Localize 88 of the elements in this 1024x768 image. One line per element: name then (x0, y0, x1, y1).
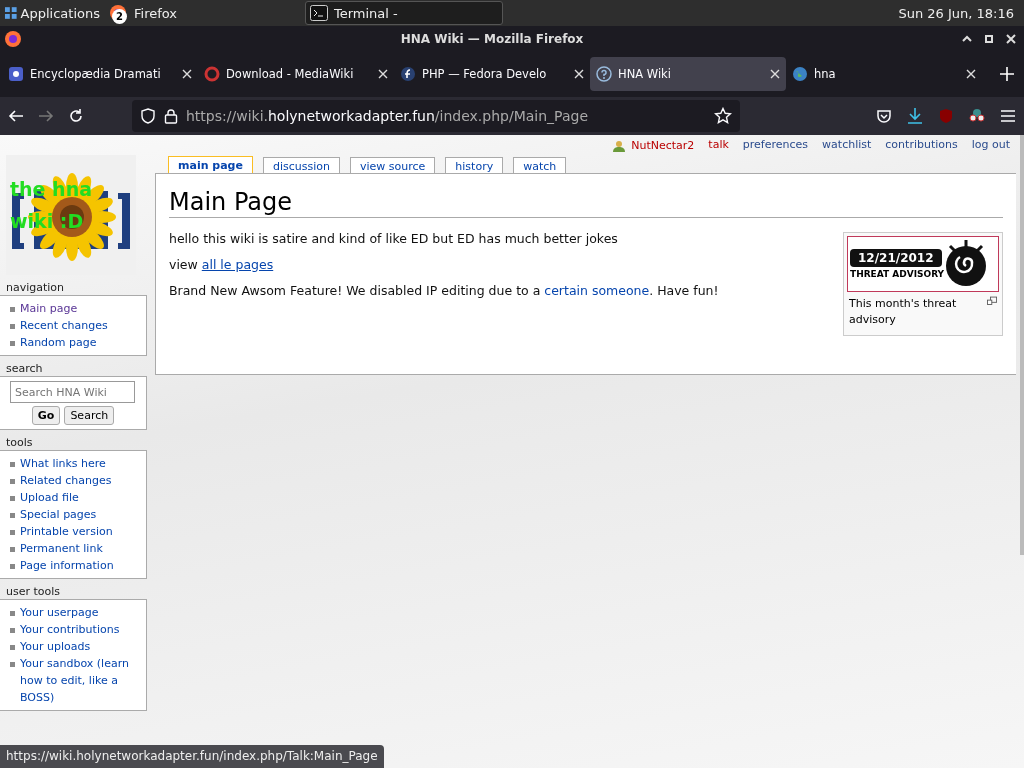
sidebar-link[interactable]: Related changes (20, 472, 112, 489)
glasses-icon[interactable] (968, 108, 986, 124)
menu-icon[interactable] (1000, 109, 1016, 123)
sidebar-link[interactable]: Permanent link (20, 540, 103, 557)
url-text: https://wiki.holynetworkadapter.fun/index.php/Main_Page (186, 108, 589, 124)
terminal-icon (310, 5, 328, 21)
page-heading: Main Page (169, 188, 1003, 218)
portlet-heading: user tools (5, 585, 62, 599)
go-button[interactable]: Go (31, 406, 61, 425)
taskbar-button[interactable]: Terminal - (305, 1, 503, 25)
browser-tab[interactable]: Download - MediaWiki (198, 57, 394, 91)
user-icon (613, 139, 626, 152)
search-field[interactable]: Search HNA Wiki (10, 381, 135, 403)
reload-icon[interactable] (68, 108, 84, 124)
browser-tab[interactable]: HNA Wiki (590, 57, 786, 91)
f-logo-icon (400, 66, 416, 82)
logo-icon (8, 66, 24, 82)
glyph-icon (944, 240, 989, 288)
lock-icon[interactable] (164, 108, 178, 124)
close-icon[interactable] (574, 69, 584, 79)
image-title: THREAT ADVISORY (850, 269, 945, 279)
sidebar-link[interactable]: Printable version (20, 523, 113, 540)
personal-link[interactable]: log out (971, 138, 1010, 153)
tab-title: PHP — Fedora Develo (422, 67, 548, 81)
status-url: https://wiki.holynetworkadapter.fun/index.php/Talk:Main_Page (0, 745, 384, 768)
window-title: HNA Wiki — Mozilla Firefox (399, 31, 585, 46)
sidebar-link[interactable]: Page information (20, 557, 114, 574)
personal-link[interactable]: preferences (742, 138, 809, 153)
image-date-label: 12/21/2012 (850, 249, 942, 267)
minimize-icon[interactable] (962, 33, 972, 44)
tab-title: Download - MediaWiki (226, 67, 355, 81)
link[interactable]: all le pages (201, 257, 274, 272)
personal-link[interactable]: watchlist (822, 138, 872, 153)
sidebar-link[interactable]: Your uploads (20, 638, 91, 655)
close-icon[interactable] (1006, 33, 1016, 44)
ring-icon (204, 66, 220, 82)
personal-link[interactable]: contributions (885, 138, 958, 153)
paragraph: hello this wiki is satire and kind of like ED but ED has much better jokes (169, 230, 619, 247)
page-tab[interactable]: main page (168, 156, 253, 174)
shield-icon[interactable] (140, 108, 156, 124)
paragraph: view all le pages (169, 256, 275, 273)
close-icon[interactable] (378, 69, 388, 79)
portlet-heading: tools (5, 436, 34, 450)
tab-title: HNA Wiki (618, 67, 672, 81)
star-icon[interactable] (714, 107, 732, 125)
sidebar-link[interactable]: Special pages (20, 506, 97, 523)
sidebar-link[interactable]: Your contributions (20, 621, 120, 638)
portlet-heading: search (5, 362, 44, 376)
paragraph: Brand New Awsom Feature! We disabled IP editing due to a certain someone. Have fun! (169, 282, 720, 299)
download-icon[interactable] (906, 107, 924, 125)
address-bar[interactable]: https://wiki.holynetworkadapter.fun/index.php/Main_Page (132, 100, 740, 132)
close-icon[interactable] (182, 69, 192, 79)
close-icon[interactable] (966, 69, 976, 79)
clock: Sun 26 Jun, 18:16 (898, 5, 1015, 21)
plus-icon[interactable] (1000, 67, 1014, 81)
pocket-icon[interactable] (876, 108, 892, 124)
close-icon[interactable] (770, 69, 780, 79)
browser-icon (4, 29, 22, 48)
back-icon[interactable] (8, 108, 24, 124)
browser-tab[interactable]: PHP — Fedora Develo (394, 57, 590, 91)
portlet-heading: navigation (5, 281, 66, 295)
link[interactable]: certain someone (544, 283, 650, 298)
sidebar-link[interactable]: Main page (20, 300, 78, 317)
sidebar-link[interactable]: Recent changes (20, 317, 108, 334)
tab-title: Encyclopædia Dramati (30, 67, 162, 81)
sidebar-link[interactable]: Your sandbox (learn how to edit, like a BOSS) (20, 655, 146, 706)
user-link[interactable]: NutNectar2 (631, 139, 695, 152)
personal-link[interactable]: talk (708, 138, 729, 153)
sidebar-link[interactable]: Your userpage (20, 604, 99, 621)
enlarge-icon[interactable] (986, 296, 997, 306)
count-badge: 2 (112, 9, 127, 24)
image-caption: This month's threat advisory (849, 296, 958, 328)
search-button[interactable]: Search (64, 406, 115, 425)
tab-title: hna (814, 67, 837, 81)
browser-tab[interactable]: Encyclopædia Dramati (2, 57, 198, 91)
globe-icon (792, 66, 808, 82)
sidebar-link[interactable]: Random page (20, 334, 97, 351)
sidebar-link[interactable]: Upload file (20, 489, 79, 506)
forward-icon[interactable] (38, 108, 54, 124)
scrollbar[interactable] (1020, 135, 1024, 555)
browser-tab[interactable]: hna (786, 57, 982, 91)
grid-icon[interactable] (4, 6, 18, 20)
applications-menu[interactable]: Applications (20, 5, 100, 21)
help-icon (596, 66, 612, 82)
maximize-icon[interactable] (984, 33, 994, 44)
advisory-image[interactable]: 12/21/2012 THREAT ADVISORY (847, 236, 999, 292)
sidebar-link[interactable]: What links here (20, 455, 106, 472)
taskbar-button[interactable]: 2 Firefox (104, 1, 302, 25)
